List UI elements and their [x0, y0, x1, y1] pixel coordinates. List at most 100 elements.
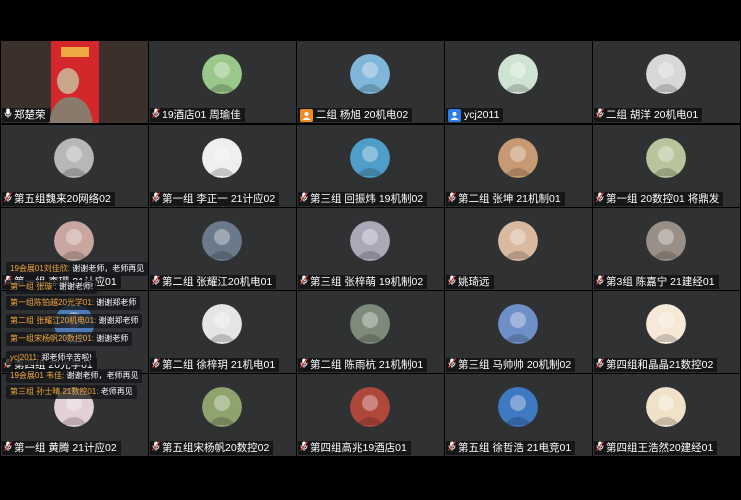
chat-sender: 第一组 张璇 : — [10, 282, 57, 291]
mic-muted-icon — [596, 358, 606, 372]
mic-muted-icon — [596, 275, 606, 289]
chat-message: 第一组陈铂越20光学01: 谢谢郑老师 — [6, 296, 141, 310]
participant-tile[interactable]: 第一组 李正一 21计应02 — [149, 125, 296, 207]
chat-text: 谢谢老师，老师再见 — [70, 264, 145, 273]
chat-message: 第三组 孙士晴 21数控01: 老师再见 — [6, 385, 137, 399]
mic-muted-icon — [448, 358, 458, 372]
participant-avatar — [202, 387, 242, 427]
participant-tile[interactable]: 第二组 张耀江20机电01 — [149, 208, 296, 290]
participant-avatar — [498, 304, 538, 344]
participant-tile[interactable]: 郑楚荣 — [1, 41, 148, 123]
chat-text: 谢谢郑老师 — [96, 316, 139, 325]
participant-tile[interactable]: 第四组高兆19酒店01 — [297, 374, 444, 456]
participant-nameplate: 19酒店01 周瑜佳 — [150, 108, 245, 122]
participant-avatar — [498, 54, 538, 94]
mic-muted-icon — [596, 441, 606, 455]
participant-tile[interactable]: 第三组 回振炜 19机制02 — [297, 125, 444, 207]
participant-tile[interactable]: 第3组 陈嘉宁 21建经01 — [593, 208, 740, 290]
participant-name: 第五组 徐哲浩 21电竞01 — [458, 442, 572, 454]
participant-name: 第二组 张坤 21机制01 — [458, 193, 561, 205]
participant-name: 第二组 陈雨杭 21机制01 — [310, 359, 424, 371]
participant-tile[interactable]: 二组 杨旭 20机电02 — [297, 41, 444, 123]
participant-tile[interactable]: 19酒店01 周瑜佳 — [149, 41, 296, 123]
participant-avatar — [54, 221, 94, 261]
mic-muted-icon — [596, 192, 606, 206]
participant-nameplate: 第三组 回振炜 19机制02 — [298, 192, 428, 206]
participant-name: 第二组 张耀江20机电01 — [162, 276, 273, 288]
chat-text: 谢谢郑老师 — [94, 298, 137, 307]
participant-name: 第五组魏来20网络02 — [14, 193, 111, 205]
participant-tile[interactable]: 第五组宋杨帆20数控02 — [149, 374, 296, 456]
participant-nameplate: 第四组和晶晶21数控02 — [594, 358, 718, 372]
participant-nameplate: 郑楚荣 — [2, 108, 50, 122]
participant-name: 姚琦远 — [458, 276, 490, 288]
participant-nameplate: 第五组 徐哲浩 21电竞01 — [446, 441, 576, 455]
participant-name: 第二组 徐梓玥 21机电01 — [162, 359, 276, 371]
participant-name: 第三组 张梓萌 19机制02 — [310, 276, 424, 288]
participant-name: 二组 胡洋 20机电01 — [606, 109, 699, 121]
participant-tile[interactable]: 第二组 陈雨杭 21机制01 — [297, 291, 444, 373]
participant-nameplate: ycj2011 — [446, 108, 504, 122]
participant-name: 第3组 陈嘉宁 21建经01 — [606, 276, 715, 288]
participant-tile[interactable]: 第三组 张梓萌 19机制02 — [297, 208, 444, 290]
participant-avatar — [54, 138, 94, 178]
participant-tile[interactable]: 二组 胡洋 20机电01 — [593, 41, 740, 123]
participant-nameplate: 第三组 马帅帅 20机制02 — [446, 358, 576, 372]
participant-tile[interactable]: 第二组 徐梓玥 21机电01 — [149, 291, 296, 373]
participant-avatar — [202, 138, 242, 178]
participant-name: 郑楚荣 — [14, 109, 46, 121]
chat-message: 第一组 张璇 : 谢谢老师! — [6, 280, 98, 294]
participant-avatar — [498, 138, 538, 178]
chat-text: 老师再见 — [98, 387, 133, 396]
user-badge-icon — [448, 108, 461, 122]
chat-sender: 19会展01刘佳欣: — [10, 264, 71, 273]
participant-tile[interactable]: 第二组 张坤 21机制01 — [445, 125, 592, 207]
participant-avatar — [646, 304, 686, 344]
participant-tile[interactable]: 第一组 20数控01 将鼎发 — [593, 125, 740, 207]
participant-name: 19酒店01 周瑜佳 — [162, 109, 241, 121]
mic-muted-icon — [300, 192, 310, 206]
participant-name: 第一组 李正一 21计应02 — [162, 193, 276, 205]
participant-tile[interactable]: 第五组魏来20网络02 — [1, 125, 148, 207]
participant-name: 二组 杨旭 20机电02 — [316, 109, 409, 121]
mic-muted-icon — [448, 441, 458, 455]
participant-name: 第五组宋杨帆20数控02 — [162, 442, 270, 454]
participant-nameplate: 二组 胡洋 20机电01 — [594, 108, 703, 122]
participant-avatar — [350, 387, 390, 427]
participant-avatar — [350, 138, 390, 178]
participant-avatar — [350, 304, 390, 344]
participant-avatar — [498, 387, 538, 427]
mic-muted-icon — [152, 358, 162, 372]
participant-nameplate: 二组 杨旭 20机电02 — [298, 108, 413, 122]
chat-sender: 第一组陈铂越20光学01: — [10, 298, 95, 307]
chat-message: ycj2011: 郑老师辛苦啦! — [6, 351, 96, 365]
mic-muted-icon — [152, 275, 162, 289]
participant-nameplate: 第二组 徐梓玥 21机电01 — [150, 358, 280, 372]
chat-text: 郑老师辛苦啦! — [39, 353, 92, 362]
mic-icon — [4, 108, 14, 122]
mic-muted-icon — [300, 275, 310, 289]
mic-muted-icon — [152, 108, 162, 122]
chat-sender: 第三组 孙士晴 21数控01: — [10, 387, 99, 396]
chat-message: 第二组 张耀江20机电01: 谢谢郑老师 — [6, 314, 143, 328]
participant-avatar — [646, 138, 686, 178]
participant-nameplate: 第二组 张耀江20机电01 — [150, 275, 277, 289]
mic-muted-icon — [152, 192, 162, 206]
participant-tile[interactable]: 第三组 马帅帅 20机制02 — [445, 291, 592, 373]
participant-name: 第三组 马帅帅 20机制02 — [458, 359, 572, 371]
participant-tile[interactable]: 第五组 徐哲浩 21电竞01 — [445, 374, 592, 456]
participant-name: 第三组 回振炜 19机制02 — [310, 193, 424, 205]
participant-tile[interactable]: 第四组王浩然20建经01 — [593, 374, 740, 456]
participant-tile[interactable]: 第四组和晶晶21数控02 — [593, 291, 740, 373]
participant-tile[interactable]: 第一组 李珊 21计应01 — [1, 208, 148, 290]
participant-avatar — [498, 221, 538, 261]
mic-muted-icon — [4, 192, 14, 206]
participant-tile[interactable]: ycj2011 — [445, 41, 592, 123]
participant-nameplate: 第四组王浩然20建经01 — [594, 441, 718, 455]
chat-message: 19会展01刘佳欣: 谢谢老师，老师再见 — [6, 262, 149, 276]
mic-muted-icon — [300, 441, 310, 455]
host-badge-icon — [300, 108, 313, 122]
participant-tile[interactable]: 姚琦远 — [445, 208, 592, 290]
participant-nameplate: 第二组 陈雨杭 21机制01 — [298, 358, 428, 372]
participant-nameplate: 第一组 黄腾 21计应02 — [2, 441, 121, 455]
